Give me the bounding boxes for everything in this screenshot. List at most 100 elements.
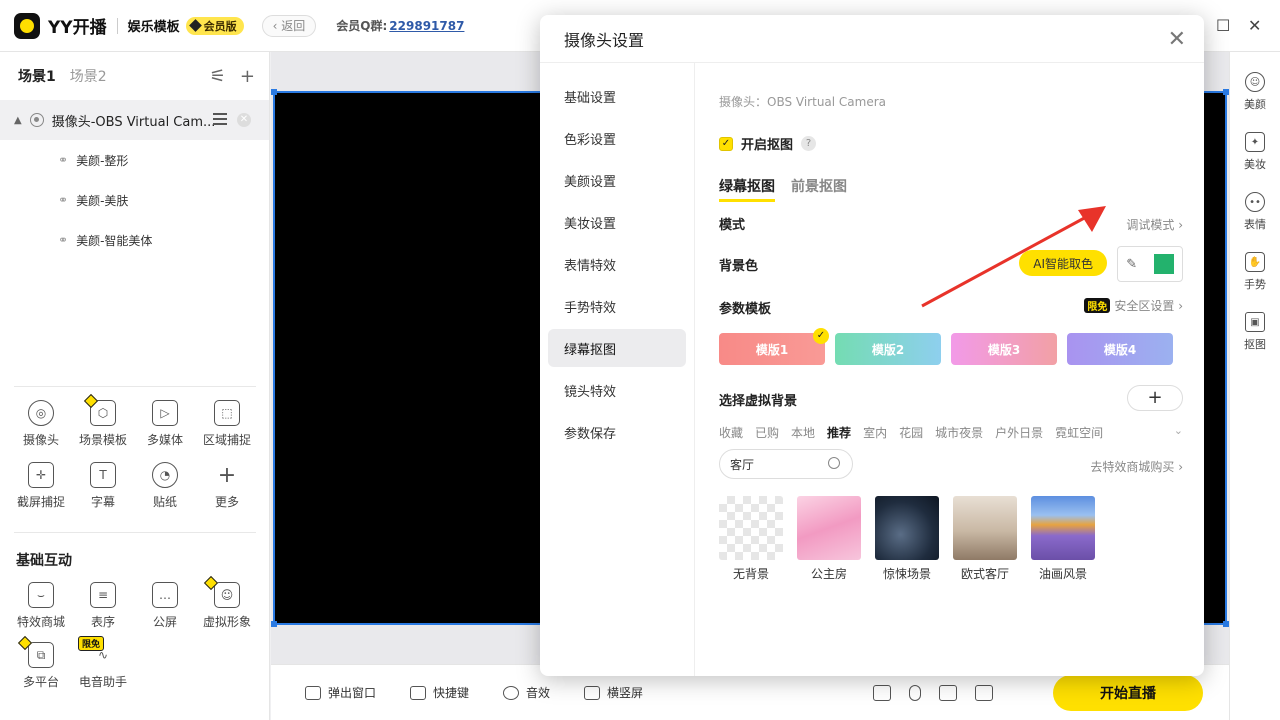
tool-avatar[interactable]: ☺ 虚拟形象 (196, 575, 258, 630)
eyedropper-icon[interactable]: ✎ (1126, 257, 1137, 272)
bg-item-oil-painting[interactable]: 油画风景 (1031, 496, 1095, 582)
chat-icon: … (152, 582, 178, 608)
category-tab[interactable]: 收藏 (719, 424, 743, 441)
sidebar-item-matting[interactable]: ▣ 抠图 (1230, 312, 1280, 352)
camera-icon[interactable] (939, 685, 957, 701)
nav-lens-effects[interactable]: 镜头特效 (548, 371, 686, 409)
shortcuts-button[interactable]: 快捷键 (410, 684, 469, 701)
tool-subtitle[interactable]: T 字幕 (72, 462, 134, 510)
category-tab[interactable]: 霓虹空间 (1055, 424, 1103, 441)
nav-green-screen[interactable]: 绿幕抠图 (548, 329, 686, 367)
nav-save-params[interactable]: 参数保存 (548, 413, 686, 451)
add-scene-icon[interactable]: + (240, 66, 255, 87)
button-label: 弹出窗口 (328, 686, 377, 700)
sidebar-item-gesture[interactable]: ✋ 手势 (1230, 252, 1280, 292)
tab-scene-1[interactable]: 场景1 (18, 66, 56, 86)
tool-chat[interactable]: … 公屏 (134, 582, 196, 630)
qq-group-number[interactable]: 229891787 (389, 19, 464, 33)
popout-window-button[interactable]: 弹出窗口 (305, 684, 376, 701)
category-tab[interactable]: 室内 (863, 424, 887, 441)
tool-screenshot-capture[interactable]: ✛ 截屏捕捉 (10, 462, 72, 510)
video-icon[interactable] (975, 685, 993, 701)
template-button-1[interactable]: 模版1 ✓ (719, 328, 829, 365)
source-item-beauty-skin[interactable]: ⚭ 美颜-美肤 (0, 180, 269, 220)
bg-item-european-living[interactable]: 欧式客厅 (953, 496, 1017, 582)
back-button[interactable]: ‹ 返回 (261, 14, 317, 37)
tool-voice-assistant[interactable]: 限免 ∿ 电音助手 (72, 636, 134, 690)
tab-scene-2[interactable]: 场景2 (70, 66, 107, 86)
menu-icon[interactable] (213, 113, 227, 128)
tool-sticker[interactable]: ◔ 贴纸 (134, 462, 196, 510)
category-tab[interactable]: 花园 (899, 424, 923, 441)
close-icon[interactable]: ✕ (1248, 16, 1261, 35)
left-panel: 场景1 场景2 ⚟ + ▲ 摄像头-OBS Virtual Cam... ✕ ⚭… (0, 52, 270, 720)
bg-label: 公主房 (810, 567, 847, 581)
debug-mode-link[interactable]: 调试模式 › (1126, 216, 1183, 233)
template-name[interactable]: 娱乐模板 (128, 16, 180, 35)
source-item-beauty-body[interactable]: ⚭ 美颜-智能美体 (0, 220, 269, 260)
tool-effects-store[interactable]: ⌣ 特效商城 (10, 582, 72, 630)
help-icon[interactable]: ? (801, 136, 817, 151)
add-background-button[interactable]: + (1127, 385, 1183, 411)
template-button-4[interactable]: 模版4 (1067, 333, 1173, 365)
category-tab-active[interactable]: 推荐 (827, 424, 851, 441)
bg-search-input[interactable]: 客厅 (719, 449, 853, 479)
sidebar-item-expression[interactable]: •• 表情 (1230, 192, 1280, 232)
nav-makeup[interactable]: 美妆设置 (548, 203, 686, 241)
sidebar-item-makeup[interactable]: ✦ 美妆 (1230, 132, 1280, 172)
color-swatch[interactable] (1153, 254, 1174, 274)
tool-camera[interactable]: ◎ 摄像头 (10, 400, 72, 448)
tool-multi-platform[interactable]: ⧉ 多平台 (10, 635, 72, 690)
expression-icon: •• (1245, 192, 1265, 212)
adjust-icon[interactable]: ⚟ (210, 66, 226, 87)
tab-green-screen[interactable]: 绿幕抠图 (719, 176, 775, 202)
dialog-close-icon[interactable]: ✕ (1168, 27, 1186, 52)
search-icon[interactable] (828, 457, 840, 469)
tool-media[interactable]: ▷ 多媒体 (134, 400, 196, 448)
source-item-camera[interactable]: ▲ 摄像头-OBS Virtual Cam... ✕ (0, 100, 269, 140)
split-view-icon[interactable] (873, 685, 891, 701)
template-button-3[interactable]: 模版3 (951, 333, 1057, 365)
color-picker[interactable]: ✎ (1117, 246, 1183, 282)
tab-foreground[interactable]: 前景抠图 (791, 176, 847, 202)
source-item-beauty-shape[interactable]: ⚭ 美颜-整形 (0, 140, 269, 180)
tool-scene-template[interactable]: ⬡ 场景模板 (72, 393, 134, 448)
orientation-button[interactable]: 横竖屏 (584, 684, 643, 701)
sidebar-item-beauty[interactable]: ☺ 美颜 (1230, 72, 1280, 112)
collapse-icon[interactable]: ▲ (14, 115, 22, 126)
category-tab[interactable]: 户外日景 (995, 424, 1043, 441)
microphone-icon[interactable] (909, 685, 921, 701)
annotation-arrow-icon (921, 206, 1106, 308)
remove-source-icon[interactable]: ✕ (237, 113, 251, 127)
category-tab[interactable]: 城市夜景 (935, 424, 983, 441)
tool-list[interactable]: ≡ 表序 (72, 582, 134, 630)
nav-beauty[interactable]: 美颜设置 (548, 161, 686, 199)
maximize-icon[interactable]: ☐ (1216, 16, 1230, 35)
tool-more[interactable]: + 更多 (196, 462, 258, 510)
back-label: 返回 (281, 19, 306, 33)
tool-label: 截屏捕捉 (16, 495, 65, 509)
nav-expression[interactable]: 表情特效 (548, 245, 686, 283)
source-tool-grid: ◎ 摄像头 ⬡ 场景模板 ▷ 多媒体 ⬚ 区域捕捉 ✛ 截屏捕捉 T 字幕 ◔ 贴纸 + 更多 (10, 393, 260, 510)
tool-region-capture[interactable]: ⬚ 区域捕捉 (196, 400, 258, 448)
nav-gesture[interactable]: 手势特效 (548, 287, 686, 325)
app-logo: YY开播 (14, 12, 107, 39)
category-tab[interactable]: 本地 (791, 424, 815, 441)
nav-color[interactable]: 色彩设置 (548, 119, 686, 157)
bg-label: 惊悚场景 (882, 567, 931, 581)
nav-basic[interactable]: 基础设置 (548, 77, 686, 115)
oil-painting-thumbnail (1031, 496, 1095, 560)
start-live-button[interactable]: 开始直播 (1053, 675, 1203, 711)
bg-item-none[interactable]: 无背景 (719, 496, 783, 582)
resize-handle[interactable] (271, 621, 277, 627)
chevron-down-icon[interactable]: ⌄ (1174, 424, 1183, 437)
bg-item-princess-room[interactable]: 公主房 (797, 496, 861, 582)
source-label: 摄像头-OBS Virtual Cam... (51, 114, 216, 130)
resize-handle[interactable] (271, 89, 277, 95)
effects-store-link[interactable]: 去特效商城购买 › (1090, 458, 1183, 475)
category-tab[interactable]: 已购 (755, 424, 779, 441)
enable-matting-checkbox[interactable]: ✓ (719, 136, 733, 151)
template-button-2[interactable]: 模版2 (835, 333, 941, 365)
sound-effects-button[interactable]: 音效 (503, 684, 550, 701)
bg-item-thriller[interactable]: 惊悚场景 (875, 496, 939, 582)
